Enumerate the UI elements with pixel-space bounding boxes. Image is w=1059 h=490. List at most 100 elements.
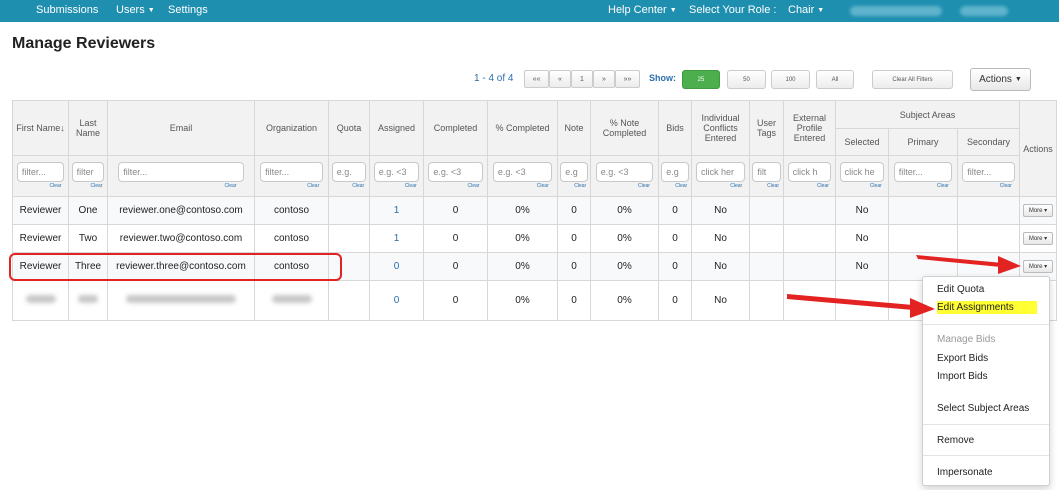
filter-selected-input[interactable]: click he (839, 162, 885, 182)
clear-link[interactable]: Clear (13, 183, 68, 189)
filter-pct-note-input[interactable]: e.g. <3 (595, 162, 654, 182)
filter-email-input[interactable]: filter... (118, 162, 244, 182)
clear-link[interactable]: Clear (784, 183, 835, 189)
nav-submissions[interactable]: Submissions (36, 4, 98, 16)
header-pct-completed[interactable]: % Completed (487, 100, 558, 156)
chevron-down-icon: ▾ (1044, 208, 1048, 214)
menu-item-export-bids[interactable]: Export Bids (937, 353, 988, 364)
menu-item-edit-quota[interactable]: Edit Quota (937, 284, 984, 295)
menu-item-select-subject-areas[interactable]: Select Subject Areas (937, 403, 1029, 414)
clear-link[interactable]: Clear (958, 183, 1019, 189)
pager-page-1-button[interactable]: 1 (571, 70, 593, 88)
header-individual-conflicts[interactable]: Individual Conflicts Entered (691, 100, 750, 156)
show-50-button[interactable]: 50 (727, 70, 766, 89)
cell-assigned-link[interactable]: 0 (369, 280, 424, 321)
pager-prev-button[interactable]: « (549, 70, 571, 88)
filter-secondary-input[interactable]: filter... (962, 162, 1015, 182)
header-quota[interactable]: Quota (328, 100, 370, 156)
header-assigned[interactable]: Assigned (369, 100, 424, 156)
nav-settings[interactable]: Settings (168, 4, 208, 16)
show-100-button[interactable]: 100 (771, 70, 810, 89)
filter-user-tags-input[interactable]: filt (752, 162, 781, 182)
clear-link[interactable]: Clear (69, 183, 107, 189)
filter-last-name-input[interactable]: filter (71, 162, 105, 182)
header-last-name[interactable]: Last Name (68, 100, 108, 156)
cell-pct-note: 0% (590, 252, 659, 281)
cell-selected: No (835, 196, 889, 225)
header-selected[interactable]: Selected (835, 128, 889, 156)
clear-link[interactable]: Clear (889, 183, 957, 189)
filter-organization-input[interactable]: filter... (260, 162, 323, 182)
cell-selected: No (835, 252, 889, 281)
nav-users-label: Users (116, 4, 145, 16)
header-external-profile[interactable]: External Profile Entered (783, 100, 836, 156)
filter-note-input[interactable]: e.g (560, 162, 588, 182)
header-bids[interactable]: Bids (658, 100, 692, 156)
header-organization[interactable]: Organization (254, 100, 329, 156)
nav-help-center[interactable]: Help Center ▼ (608, 4, 677, 16)
cell-assigned-link[interactable]: 1 (369, 224, 424, 253)
cell-organization: contoso (254, 224, 329, 253)
user-name-blurred[interactable] (850, 6, 942, 16)
cell-external (783, 196, 836, 225)
filter-first-name-input[interactable]: filter... (16, 162, 65, 182)
clear-link[interactable]: Clear (424, 183, 487, 189)
cell-conflicts: No (691, 196, 750, 225)
clear-all-filters-button[interactable]: Clear All Filters (872, 70, 953, 89)
header-pct-note-completed[interactable]: % Note Completed (590, 100, 659, 156)
filter-quota-input[interactable]: e.g. (331, 162, 367, 182)
clear-link[interactable]: Clear (370, 183, 423, 189)
header-primary[interactable]: Primary (888, 128, 958, 156)
more-button[interactable]: More ▾ (1023, 260, 1054, 273)
filter-pct-completed-input[interactable]: e.g. <3 (492, 162, 553, 182)
header-completed[interactable]: Completed (423, 100, 488, 156)
header-email[interactable]: Email (107, 100, 255, 156)
user-menu-blurred[interactable] (960, 6, 1008, 16)
more-label: More (1028, 208, 1043, 214)
chevron-down-icon: ▼ (1014, 76, 1022, 83)
filter-primary-input[interactable]: filter... (893, 162, 953, 182)
menu-item-edit-assignments[interactable]: Edit Assignments (937, 301, 1037, 314)
menu-item-remove[interactable]: Remove (937, 435, 974, 446)
select-role-label: Select Your Role : (689, 4, 777, 16)
pager-first-button[interactable]: «« (524, 70, 549, 88)
clear-link[interactable]: Clear (488, 183, 557, 189)
clear-link[interactable]: Clear (255, 183, 328, 189)
filter-cell: click h Clear (783, 155, 836, 197)
role-selector[interactable]: Chair ▼ (788, 4, 824, 16)
clear-link[interactable]: Clear (591, 183, 658, 189)
pager-last-button[interactable]: »» (615, 70, 640, 88)
chevron-down-icon: ▼ (669, 6, 677, 14)
clear-link[interactable]: Clear (329, 183, 369, 189)
show-25-button[interactable]: 25 (682, 70, 720, 89)
filter-bids-input[interactable]: e.g (661, 162, 689, 182)
more-button[interactable]: More ▾ (1023, 204, 1054, 217)
filter-assigned-input[interactable]: e.g. <3 (373, 162, 420, 182)
header-user-tags[interactable]: User Tags (749, 100, 784, 156)
menu-item-impersonate[interactable]: Impersonate (937, 467, 993, 478)
cell-assigned-link[interactable]: 1 (369, 196, 424, 225)
clear-link[interactable]: Clear (692, 183, 749, 189)
header-note[interactable]: Note (557, 100, 591, 156)
cell-first-name-blurred (12, 280, 69, 321)
cell-bids: 0 (658, 252, 692, 281)
clear-link[interactable]: Clear (108, 183, 254, 189)
menu-item-import-bids[interactable]: Import Bids (937, 371, 988, 382)
filter-completed-input[interactable]: e.g. <3 (428, 162, 483, 182)
clear-link[interactable]: Clear (659, 183, 691, 189)
actions-button[interactable]: Actions ▼ (970, 68, 1031, 91)
cell-assigned-link[interactable]: 0 (369, 252, 424, 281)
nav-users[interactable]: Users ▼ (116, 4, 155, 16)
show-all-button[interactable]: All (816, 70, 854, 89)
cell-completed: 0 (423, 280, 488, 321)
filter-external-input[interactable]: click h (787, 162, 832, 182)
header-secondary[interactable]: Secondary (956, 128, 1021, 156)
more-button[interactable]: More ▾ (1023, 232, 1054, 245)
clear-link[interactable]: Clear (558, 183, 590, 189)
pager-next-button[interactable]: » (593, 70, 615, 88)
clear-link[interactable]: Clear (836, 183, 888, 189)
clear-link[interactable]: Clear (750, 183, 783, 189)
header-first-name[interactable]: First Name↓ (12, 100, 69, 156)
filter-conflicts-input[interactable]: click her (695, 162, 745, 182)
more-label: More (1028, 264, 1043, 270)
